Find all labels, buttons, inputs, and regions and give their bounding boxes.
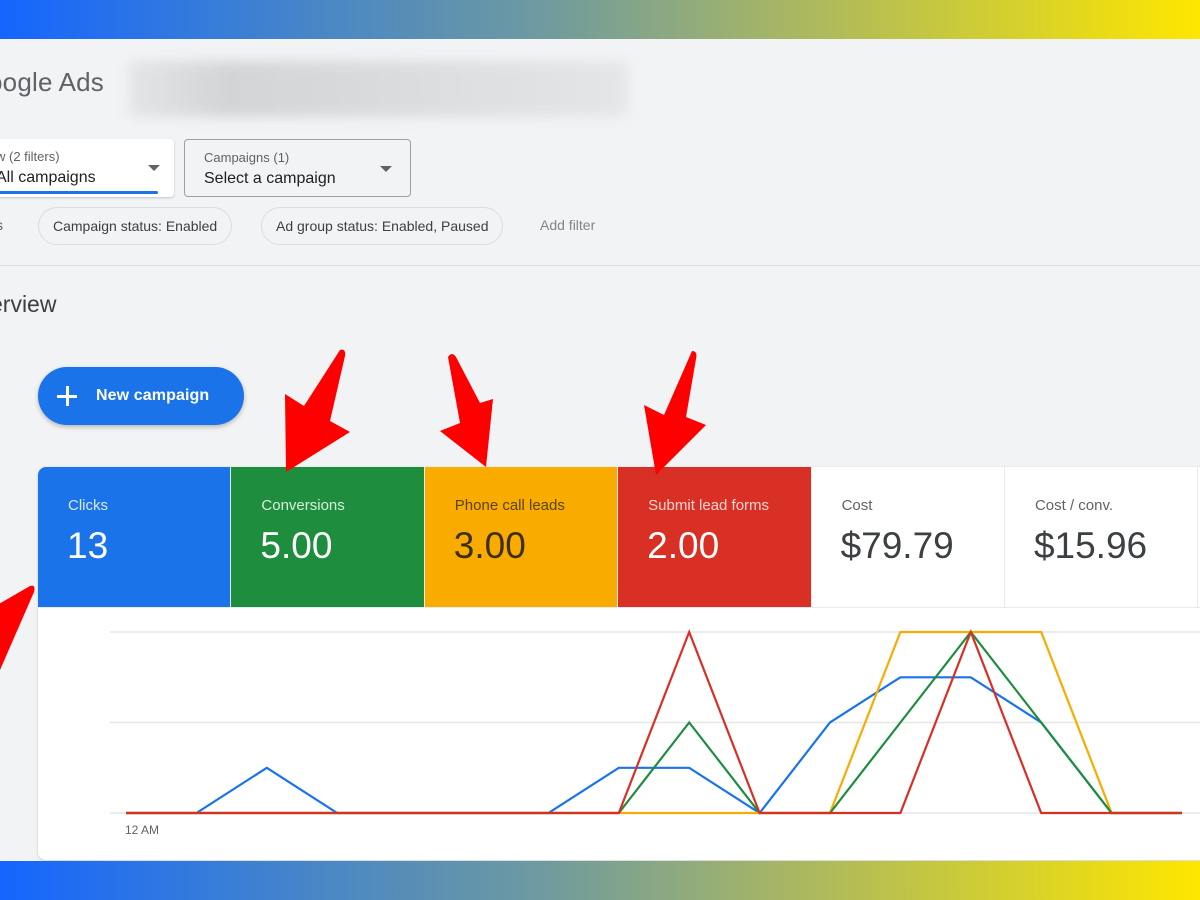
metric-label: Submit lead forms: [648, 497, 770, 514]
metric-value: 5.00: [260, 525, 333, 566]
new-campaign-button[interactable]: New campaign: [38, 367, 244, 425]
view-filter-dropdown[interactable]: w (2 filters) All campaigns: [0, 139, 174, 197]
page-title: erview: [0, 291, 57, 317]
metric-value: $79.79: [840, 525, 954, 566]
metric-label: Conversions: [261, 497, 345, 514]
active-underline: [0, 191, 158, 194]
metric-tile-conversions[interactable]: Conversions 5.00: [231, 467, 425, 607]
arrow-to-phone-call-leads-icon: [440, 354, 493, 467]
arrow-to-clicks-icon: [0, 585, 35, 670]
divider: [0, 265, 1200, 266]
metric-tile-phone-call-leads[interactable]: Phone call leads 3.00: [424, 467, 619, 607]
x-tick-label: 12 AM: [125, 823, 159, 837]
campaign-dropdown-value: Select a campaign: [204, 170, 336, 187]
google-ads-screen: oogle Ads w (2 filters) All campaigns Ca…: [0, 39, 1200, 861]
metric-value: 2.00: [647, 525, 720, 566]
metric-label: Cost: [841, 497, 873, 514]
filter-chip-campaign-status[interactable]: Campaign status: Enabled: [38, 207, 233, 245]
caret-down-icon: [380, 166, 392, 172]
metric-label: Clicks: [68, 497, 108, 514]
metric-value: 3.00: [453, 525, 526, 566]
plus-icon: [56, 385, 78, 407]
campaign-dropdown[interactable]: Campaigns (1) Select a campaign: [184, 139, 411, 197]
line-chart-svg: 12 AM: [110, 628, 1200, 837]
metric-tile-clicks[interactable]: Clicks 13: [38, 467, 232, 607]
metric-tile-submit-lead-forms[interactable]: Submit lead forms 2.00: [618, 467, 812, 607]
filters-label: s: [0, 217, 3, 233]
campaign-dropdown-label: Campaigns (1): [204, 150, 290, 165]
bottom-gradient-banner: [0, 861, 1200, 900]
view-filter-value: All campaigns: [0, 169, 96, 186]
filter-chips-row: s Campaign status: Enabled Ad group stat…: [0, 207, 700, 245]
top-gradient-banner: [0, 0, 1200, 39]
metric-tile-cost-per-conv[interactable]: Cost / conv. $15.96: [1004, 467, 1199, 607]
filter-chip-ad-group-status[interactable]: Ad group status: Enabled, Paused: [261, 207, 504, 245]
performance-chart: 12 AM: [38, 607, 1200, 860]
metric-tile-cost[interactable]: Cost $79.79: [811, 467, 1005, 607]
overview-card: Clicks 13 Conversions 5.00 Phone call le…: [38, 467, 1200, 860]
blurred-account-name: [128, 61, 628, 117]
new-campaign-label: New campaign: [96, 387, 210, 404]
series-line-clicks: [126, 676, 1182, 815]
metric-value: 13: [67, 525, 109, 566]
metric-label: Phone call leads: [454, 497, 565, 514]
metric-value: $15.96: [1033, 525, 1148, 566]
view-filter-label: w (2 filters): [0, 149, 60, 164]
metric-tiles: Clicks 13 Conversions 5.00 Phone call le…: [38, 467, 1200, 607]
caret-down-icon: [148, 165, 160, 171]
add-filter-link[interactable]: Add filter: [540, 217, 595, 233]
arrow-to-conversions-icon: [285, 349, 350, 472]
app-title: oogle Ads: [0, 67, 105, 97]
arrow-to-submit-lead-forms-icon: [644, 351, 706, 475]
metric-label: Cost / conv.: [1034, 497, 1114, 514]
